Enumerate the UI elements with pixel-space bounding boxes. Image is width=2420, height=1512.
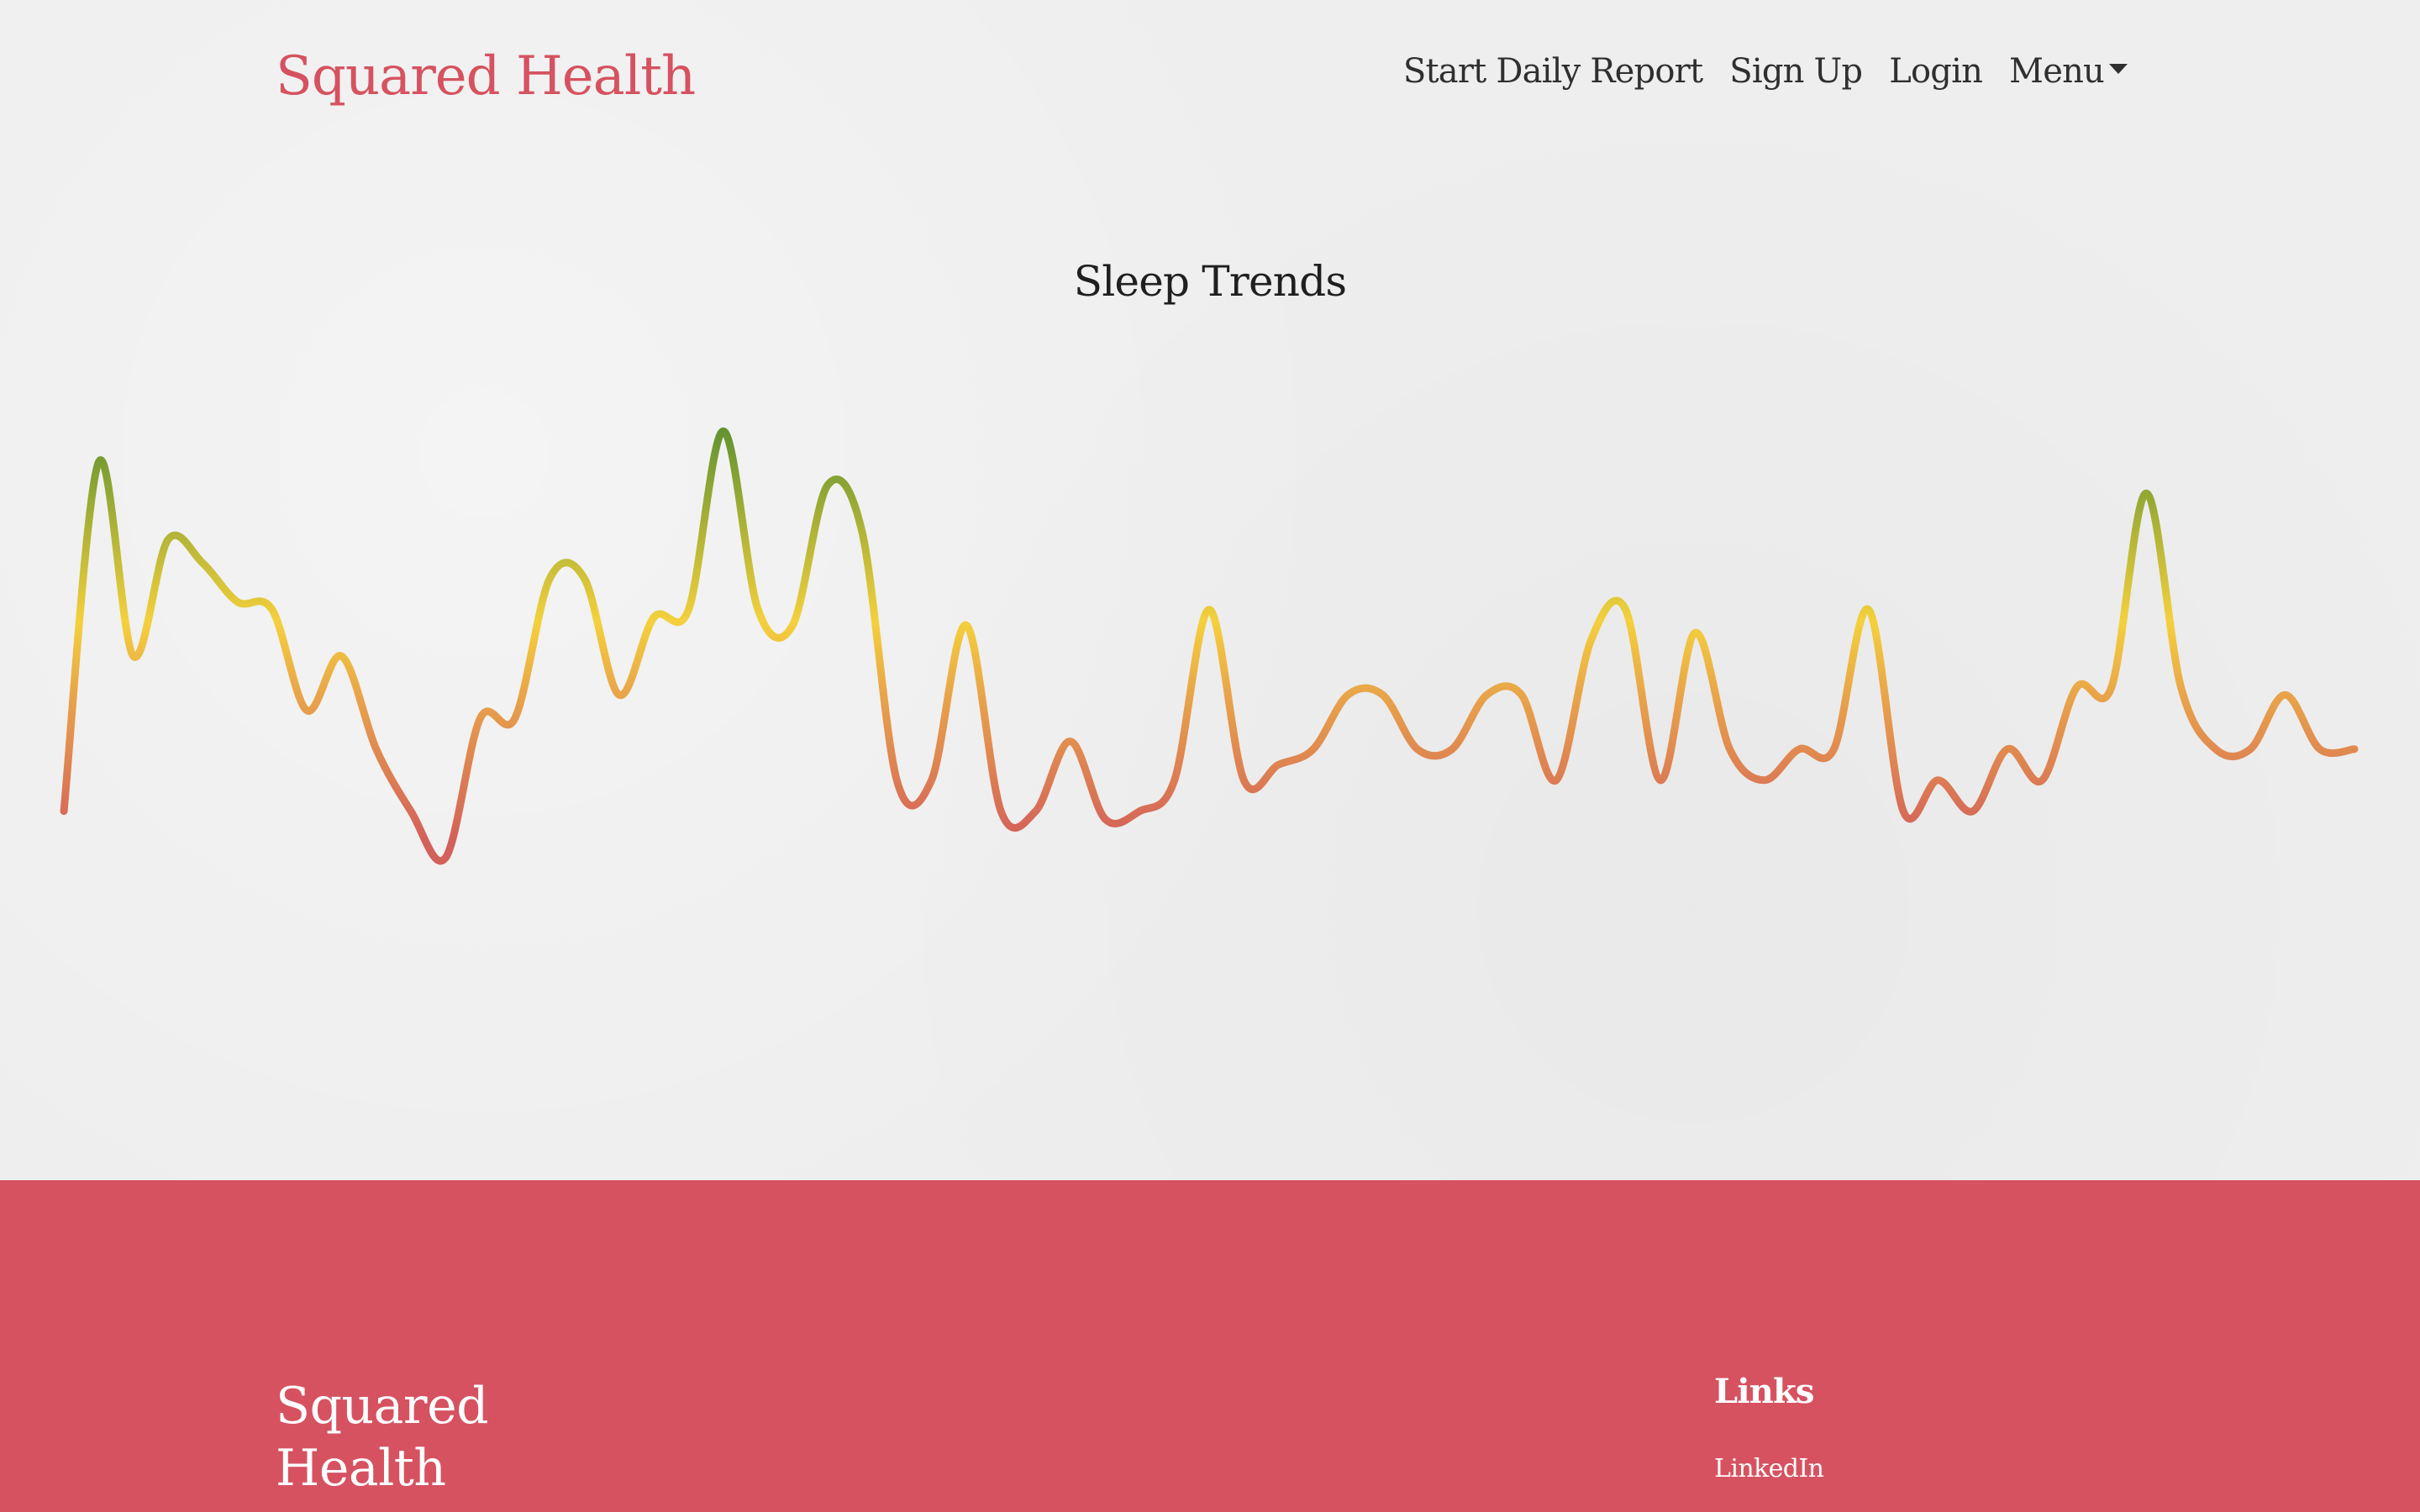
trend-point bbox=[2178, 684, 2185, 690]
trend-point bbox=[60, 808, 67, 815]
trend-point bbox=[477, 715, 484, 722]
trend-point bbox=[2039, 777, 2045, 784]
trend-point bbox=[1657, 777, 1664, 784]
trend-point bbox=[1136, 808, 1143, 815]
page: Squared Health Start Daily Report Sign U… bbox=[0, 0, 2420, 1512]
trend-point bbox=[1414, 746, 1421, 753]
trend-point bbox=[512, 715, 518, 722]
trend-point bbox=[234, 599, 241, 606]
trend-point bbox=[2317, 746, 2323, 753]
footer-brand: Squared Health bbox=[276, 1377, 489, 1498]
trend-point bbox=[2212, 746, 2219, 753]
trend-point bbox=[859, 528, 865, 535]
nav-sign-up[interactable]: Sign Up bbox=[1729, 52, 1863, 91]
trend-point bbox=[1483, 691, 1490, 698]
trend-point bbox=[650, 614, 657, 621]
trend-point bbox=[130, 653, 137, 659]
trend-point bbox=[2108, 684, 2115, 690]
trend-point bbox=[1449, 746, 1455, 753]
trend-point bbox=[408, 808, 414, 815]
trend-point bbox=[338, 653, 345, 659]
top-navbar: Squared Health Start Daily Report Sign U… bbox=[0, 0, 2420, 151]
trend-point bbox=[1970, 808, 1976, 815]
nav-links: Start Daily Report Sign Up Login Menu bbox=[1403, 52, 2128, 91]
nav-menu-label: Menu bbox=[2009, 52, 2105, 91]
trend-point bbox=[1900, 808, 1907, 815]
trend-point bbox=[581, 575, 588, 582]
trend-point bbox=[1171, 777, 1178, 784]
brand-logo[interactable]: Squared Health bbox=[276, 45, 696, 108]
trend-point bbox=[1240, 777, 1247, 784]
trend-point bbox=[2074, 684, 2081, 690]
trend-point bbox=[1206, 606, 1213, 613]
trend-point bbox=[963, 622, 970, 628]
trend-point bbox=[1310, 746, 1317, 753]
footer: Squared Health Links LinkedIn bbox=[0, 1180, 2420, 1512]
trend-point bbox=[2351, 746, 2358, 753]
trend-point bbox=[1796, 746, 1802, 753]
trend-point bbox=[1831, 746, 1838, 753]
trend-point bbox=[997, 808, 1004, 815]
footer-link-linkedin[interactable]: LinkedIn bbox=[1714, 1454, 1824, 1483]
trend-point bbox=[303, 707, 310, 714]
trend-point bbox=[1865, 606, 1872, 613]
trend-point bbox=[442, 854, 449, 861]
trend-point bbox=[1691, 629, 1698, 636]
trend-point bbox=[755, 606, 761, 613]
trend-point bbox=[1934, 777, 1941, 784]
trend-point bbox=[2143, 490, 2149, 496]
trend-point bbox=[199, 559, 206, 566]
trend-point bbox=[1587, 638, 1594, 644]
trend-point bbox=[929, 777, 935, 784]
trend-point bbox=[1727, 746, 1733, 753]
trend-point bbox=[1067, 738, 1074, 745]
trend-point bbox=[1344, 691, 1351, 698]
caret-down-icon bbox=[2109, 64, 2128, 74]
trend-point bbox=[686, 606, 692, 613]
trend-point bbox=[2004, 746, 2011, 753]
trend-point bbox=[2247, 746, 2254, 753]
trend-point bbox=[546, 575, 553, 582]
trend-point bbox=[165, 537, 171, 543]
trend-point bbox=[824, 482, 831, 489]
trend-point bbox=[1553, 777, 1560, 784]
trend-point bbox=[373, 746, 380, 753]
trend-point bbox=[1033, 808, 1039, 815]
sleep-trend-line bbox=[60, 427, 2359, 865]
footer-links-heading: Links bbox=[1714, 1372, 1814, 1411]
trend-point bbox=[1102, 816, 1108, 822]
trend-point bbox=[1623, 606, 1629, 613]
trend-point bbox=[95, 459, 102, 465]
trend-point bbox=[893, 777, 900, 784]
trend-point bbox=[720, 428, 727, 434]
nav-login[interactable]: Login bbox=[1889, 52, 1983, 91]
chart-title: Sleep Trends bbox=[1073, 257, 1347, 306]
trend-point bbox=[1276, 761, 1282, 768]
trend-point bbox=[2281, 691, 2288, 698]
trend-point bbox=[616, 691, 623, 698]
nav-menu-dropdown[interactable]: Menu bbox=[2009, 52, 2128, 91]
trend-point bbox=[269, 606, 276, 613]
trend-point bbox=[1518, 691, 1525, 698]
trend-point bbox=[1380, 691, 1386, 698]
nav-start-daily-report[interactable]: Start Daily Report bbox=[1403, 52, 1703, 91]
trend-point bbox=[789, 622, 796, 628]
trend-point bbox=[1761, 777, 1768, 784]
